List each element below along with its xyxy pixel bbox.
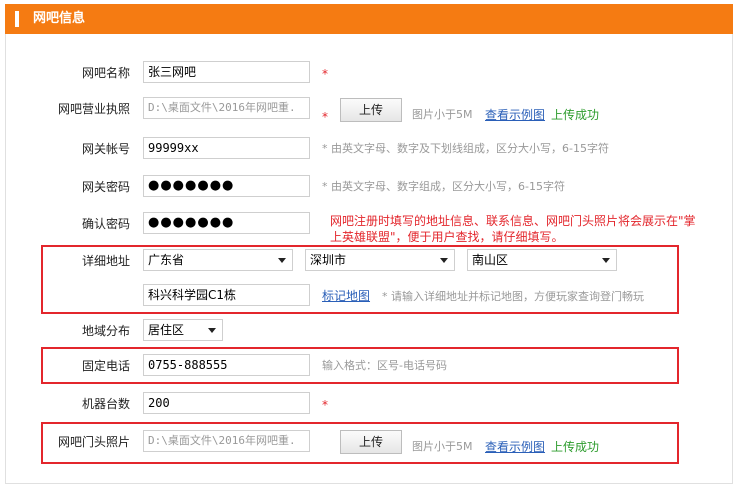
- province-value: 广东省: [148, 253, 185, 267]
- district-select[interactable]: 南山区: [467, 249, 617, 271]
- chevron-down-icon: [208, 328, 216, 333]
- chevron-down-icon: [440, 258, 448, 263]
- machines-required-mark: *: [322, 398, 328, 412]
- gateway-account-hint: * 由英文字母、数字及下划线组成，区分大小写，6-15字符: [322, 142, 609, 155]
- city-select[interactable]: 深圳市: [305, 249, 455, 271]
- license-upload-status: 上传成功: [551, 108, 600, 122]
- address-label: 详细地址: [81, 254, 130, 268]
- license-upload-button[interactable]: 上传: [340, 98, 402, 122]
- province-select[interactable]: 广东省: [143, 249, 293, 271]
- gateway-account-label: 网关帐号: [81, 142, 130, 156]
- phone-hint: 输入格式：区号-电话号码: [322, 359, 447, 372]
- license-size-hint: 图片小于5M: [412, 108, 473, 121]
- machines-label: 机器台数: [81, 397, 130, 411]
- confirm-password-input[interactable]: ●●●●●●●: [143, 212, 310, 234]
- photo-size-hint: 图片小于5M: [412, 440, 473, 453]
- mark-map-link[interactable]: 标记地图: [322, 285, 370, 307]
- phone-input[interactable]: 0755-888555: [143, 354, 310, 376]
- name-input[interactable]: 张三网吧: [143, 61, 310, 83]
- name-label: 网吧名称: [81, 66, 130, 80]
- phone-label: 固定电话: [81, 359, 130, 373]
- license-label: 网吧营业执照: [57, 102, 130, 116]
- license-file-input[interactable]: D:\桌面文件\2016年网吧重.: [143, 97, 310, 119]
- area-value: 居住区: [148, 323, 185, 337]
- area-label: 地域分布: [81, 324, 130, 338]
- city-value: 深圳市: [310, 253, 347, 267]
- machines-input[interactable]: 200: [143, 392, 310, 414]
- photo-upload-button[interactable]: 上传: [340, 430, 402, 454]
- photo-sample-link[interactable]: 查看示例图: [485, 436, 545, 458]
- street-input[interactable]: 科兴科学园C1栋: [143, 284, 310, 306]
- photo-upload-status: 上传成功: [551, 440, 600, 454]
- confirm-password-label: 确认密码: [81, 217, 130, 231]
- section-title: 网吧信息: [33, 11, 86, 26]
- district-value: 南山区: [472, 253, 509, 267]
- address-hint: * 请输入详细地址并标记地图，方便玩家查询登门畅玩: [382, 290, 644, 303]
- photo-label: 网吧门头照片: [57, 435, 130, 449]
- license-sample-link[interactable]: 查看示例图: [485, 104, 545, 126]
- area-select[interactable]: 居住区: [143, 319, 223, 341]
- header-accent-bar: [15, 11, 19, 27]
- license-required-mark: *: [322, 110, 328, 124]
- name-required-mark: *: [322, 67, 328, 81]
- chevron-down-icon: [602, 258, 610, 263]
- gateway-password-hint: * 由英文字母、数字组成，区分大小写，6-15字符: [322, 180, 565, 193]
- section-header: 网吧信息: [5, 4, 733, 34]
- info-notice-line2: 上英雄联盟"，便于用户查找，请仔细填写。: [330, 230, 564, 244]
- gateway-password-label: 网关密码: [81, 180, 130, 194]
- gateway-account-input[interactable]: 99999xx: [143, 137, 310, 159]
- gateway-password-input[interactable]: ●●●●●●●: [143, 175, 310, 197]
- info-notice-line1: 网吧注册时填写的地址信息、联系信息、网吧门头照片将会展示在"掌: [330, 214, 696, 228]
- chevron-down-icon: [278, 258, 286, 263]
- photo-file-input[interactable]: D:\桌面文件\2016年网吧重.: [143, 430, 310, 452]
